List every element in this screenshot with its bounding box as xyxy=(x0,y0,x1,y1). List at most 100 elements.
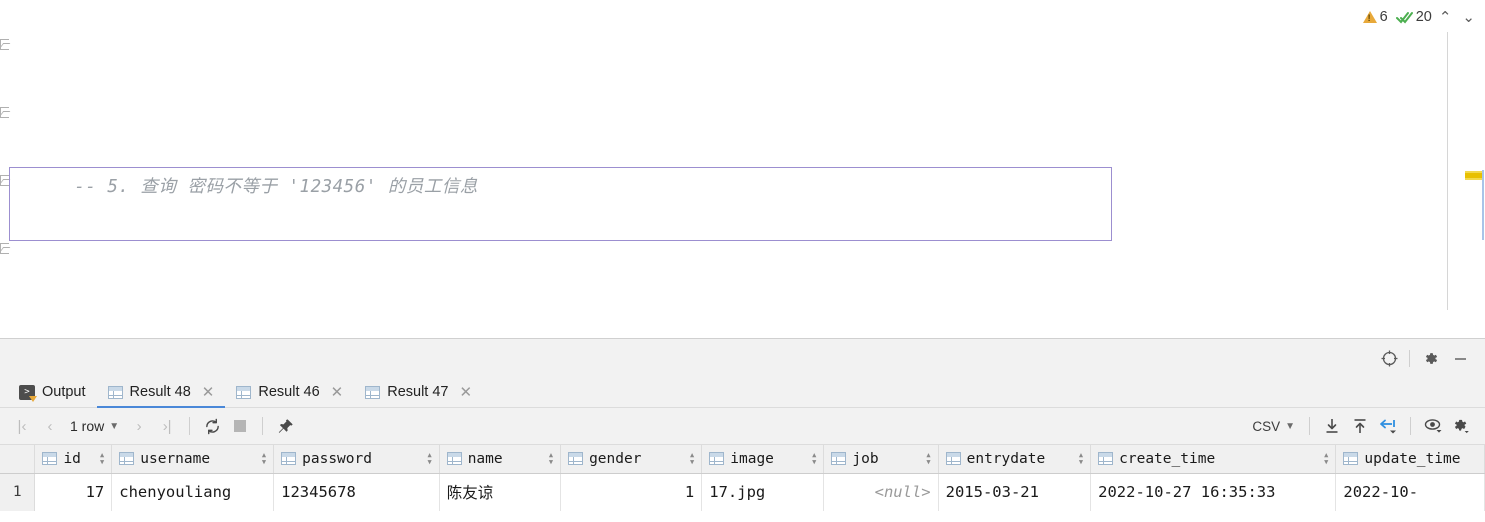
minimize-panel-icon[interactable] xyxy=(1445,343,1475,373)
prev-problem-chevron-up-icon[interactable]: ⌃ xyxy=(1435,10,1456,25)
ok-count: 20 xyxy=(1415,9,1432,25)
row-number-header xyxy=(0,445,36,474)
warning-count: 6 xyxy=(1379,9,1388,25)
tab-close-icon[interactable]: ✕ xyxy=(331,385,344,400)
result-grid-icon xyxy=(365,385,381,399)
toolbar-separator-1 xyxy=(189,417,191,435)
column-header-job[interactable]: job ▲ ▼ xyxy=(823,445,939,474)
header-row: id ▲ ▼ username ▲ ▼ password ▲ ▼ name ▲ ▼ gender… xyxy=(0,445,1485,474)
column-header-gender[interactable]: gender ▲ ▼ xyxy=(560,445,703,474)
column-header-create-time[interactable]: create_time ▲ ▼ xyxy=(1090,445,1337,474)
cell-id[interactable]: 17 xyxy=(34,473,113,511)
sort-arrows-icon[interactable]: ▲ ▼ xyxy=(100,451,104,465)
sort-arrows-icon[interactable]: ▲ ▼ xyxy=(262,451,266,465)
fold-marker-statement-2[interactable] xyxy=(0,175,9,186)
code-line-comment[interactable]: -- 5. 查询 密码不等于 '123456' 的员工信息 xyxy=(10,136,1485,197)
sort-arrows-icon[interactable]: ▲ ▼ xyxy=(1079,451,1083,465)
result-grid-icon xyxy=(107,385,123,399)
table-header: id ▲ ▼ username ▲ ▼ password ▲ ▼ name ▲ ▼ gender… xyxy=(0,445,1485,474)
editor-marker-divider xyxy=(1447,32,1448,310)
panel-header-toolbar xyxy=(0,339,1485,377)
tab-close-icon[interactable]: ✕ xyxy=(202,385,215,400)
sql-editor-pane[interactable]: -- 5. 查询 密码不等于 '123456' 的员工信息 select id,… xyxy=(0,0,1485,338)
stop-query-icon[interactable] xyxy=(226,412,254,440)
cell-entrydate[interactable]: 2015-03-21 xyxy=(938,473,1092,511)
sort-arrows-icon[interactable]: ▲ ▼ xyxy=(926,451,930,465)
column-header-image[interactable]: image ▲ ▼ xyxy=(701,445,825,474)
column-header-entrydate[interactable]: entrydate ▲ ▼ xyxy=(938,445,1092,474)
tab-result-46-label: Result 46 xyxy=(258,384,320,400)
tab-output[interactable]: > Output xyxy=(8,377,97,408)
prev-page-button[interactable]: ‹ xyxy=(36,412,64,440)
column-header-username[interactable]: username ▲ ▼ xyxy=(111,445,275,474)
cell-create-time[interactable]: 2022-10-27 16:35:33 xyxy=(1090,473,1337,511)
toolbar-separator-3 xyxy=(1309,417,1310,435)
modify-rows-icon[interactable] xyxy=(1374,412,1402,440)
export-format-dropdown[interactable]: CSV ▼ xyxy=(1246,419,1301,434)
table-body: 1 17 chenyouliang 12345678 陈友谅 1 17.jpg … xyxy=(0,473,1485,511)
result-table: id ▲ ▼ username ▲ ▼ password ▲ ▼ name ▲ ▼ gender… xyxy=(0,445,1485,511)
column-type-icon xyxy=(709,452,725,466)
first-page-button[interactable]: |‹ xyxy=(8,412,36,440)
sql-comment-text: -- 5. 查询 密码不等于 '123456' 的员工信息 xyxy=(74,177,478,197)
tab-result-48[interactable]: Result 48 ✕ xyxy=(96,377,226,408)
header-separator xyxy=(1409,349,1410,367)
row-number-cell: 1 xyxy=(0,473,36,511)
cell-name[interactable]: 陈友谅 xyxy=(439,473,562,511)
grid-settings-gear-icon[interactable] xyxy=(1447,412,1475,440)
cell-gender[interactable]: 1 xyxy=(560,473,703,511)
cell-job[interactable]: <null> xyxy=(823,473,939,511)
import-upload-icon[interactable] xyxy=(1346,412,1374,440)
view-options-eye-icon[interactable] xyxy=(1419,412,1447,440)
warning-triangle-icon xyxy=(1362,11,1377,23)
last-page-button[interactable]: ›| xyxy=(153,412,181,440)
tab-close-icon[interactable]: ✕ xyxy=(459,385,472,400)
result-data-grid[interactable]: id ▲ ▼ username ▲ ▼ password ▲ ▼ name ▲ ▼ gender… xyxy=(0,445,1485,522)
cell-image[interactable]: 17.jpg xyxy=(701,473,825,511)
sort-arrows-icon[interactable]: ▲ ▼ xyxy=(690,451,694,465)
results-panel: > Output Result 48 ✕ Result 46 ✕ Result … xyxy=(0,338,1485,522)
pin-tab-icon[interactable] xyxy=(271,412,299,440)
next-page-button[interactable]: › xyxy=(125,412,153,440)
fold-marker-where-1[interactable] xyxy=(0,107,9,118)
column-label: create_time xyxy=(1119,450,1216,467)
column-type-icon xyxy=(831,452,847,466)
sort-arrows-icon[interactable]: ▲ ▼ xyxy=(427,451,431,465)
cell-password[interactable]: 12345678 xyxy=(273,473,440,511)
inspection-widget[interactable]: 6 20 ⌃ ⌄ xyxy=(1360,4,1481,30)
table-row[interactable]: 1 17 chenyouliang 12345678 陈友谅 1 17.jpg … xyxy=(0,473,1485,511)
fold-marker-statement-1[interactable] xyxy=(0,39,9,50)
sort-arrows-icon[interactable]: ▲ ▼ xyxy=(549,451,553,465)
tab-result-46[interactable]: Result 46 ✕ xyxy=(225,377,354,408)
column-type-icon xyxy=(1343,452,1359,466)
tab-result-47[interactable]: Result 47 ✕ xyxy=(354,377,483,408)
settings-gear-icon[interactable] xyxy=(1415,343,1445,373)
reload-page-icon[interactable] xyxy=(198,412,226,440)
column-header-id[interactable]: id ▲ ▼ xyxy=(34,445,113,474)
cell-username[interactable]: chenyouliang xyxy=(111,473,275,511)
fold-marker-where-2[interactable] xyxy=(0,243,9,254)
column-type-icon xyxy=(568,452,584,466)
sort-arrows-icon[interactable]: ▲ ▼ xyxy=(1324,451,1328,465)
editor-horizontal-scrollbar-track[interactable] xyxy=(12,300,1440,311)
column-type-icon xyxy=(446,452,462,466)
locate-target-icon[interactable] xyxy=(1374,343,1404,373)
cell-update-time[interactable]: 2022-10- xyxy=(1335,473,1485,511)
export-format-label: CSV xyxy=(1252,418,1281,434)
toolbar-separator-4 xyxy=(1410,417,1411,435)
code-area[interactable]: -- 5. 查询 密码不等于 '123456' 的员工信息 select id,… xyxy=(10,0,1485,310)
column-type-icon xyxy=(281,452,297,466)
row-count-dropdown[interactable]: 1 row ▼ xyxy=(64,418,125,434)
export-download-icon[interactable] xyxy=(1318,412,1346,440)
editor-vertical-scrollbar-track[interactable] xyxy=(1478,32,1485,310)
double-check-icon xyxy=(1395,11,1413,24)
column-type-icon xyxy=(119,452,135,466)
results-tab-bar[interactable]: > Output Result 48 ✕ Result 46 ✕ Result … xyxy=(0,377,1485,408)
column-header-password[interactable]: password ▲ ▼ xyxy=(273,445,440,474)
grid-toolbar[interactable]: |‹ ‹ 1 row ▼ › ›| CSV ▼ xyxy=(0,408,1485,445)
column-header-update-time[interactable]: update_time xyxy=(1335,445,1485,474)
column-header-name[interactable]: name ▲ ▼ xyxy=(439,445,562,474)
next-problem-chevron-down-icon[interactable]: ⌄ xyxy=(1458,10,1479,25)
column-type-icon xyxy=(945,452,961,466)
sort-arrows-icon[interactable]: ▲ ▼ xyxy=(812,451,816,465)
